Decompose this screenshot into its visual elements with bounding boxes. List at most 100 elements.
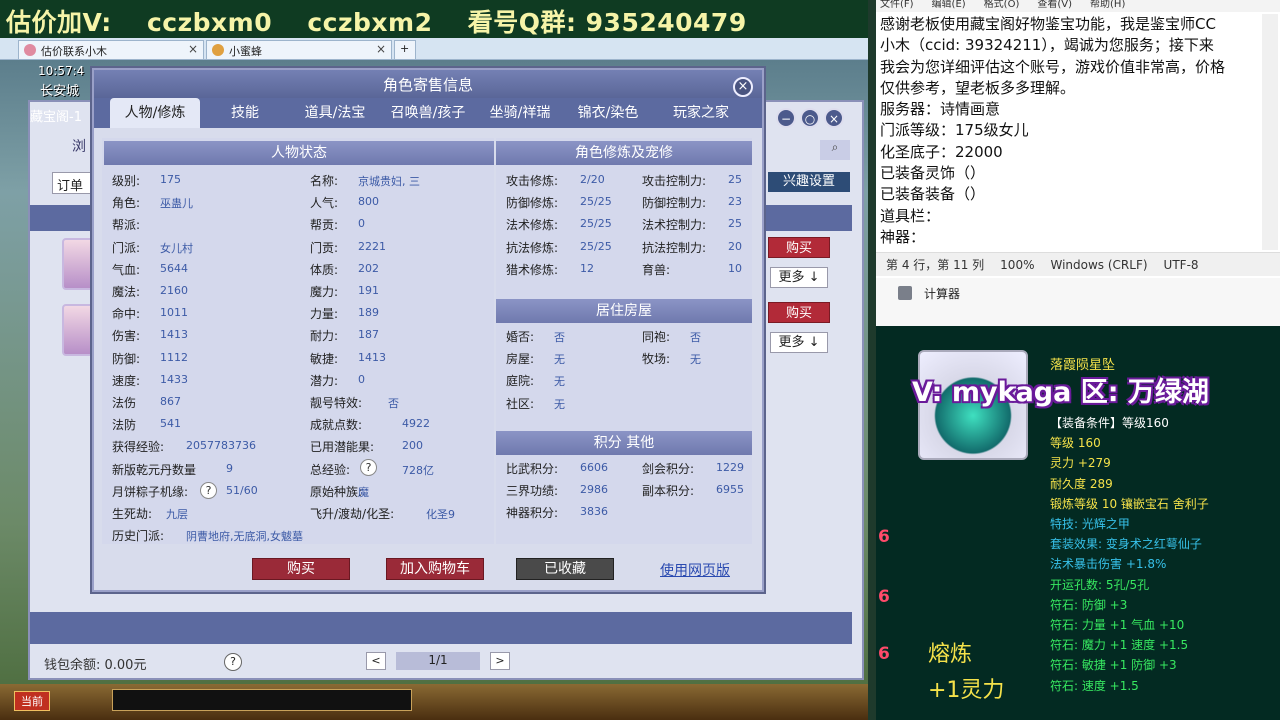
shop-window-controls: − ○ ×	[772, 108, 844, 128]
channel-current-button[interactable]: 当前	[14, 691, 50, 711]
browser-tab-1[interactable]: 估价联系小木 ×	[18, 40, 204, 59]
web-version-link[interactable]: 使用网页版	[660, 560, 730, 580]
status-label: 耐力:	[310, 329, 339, 344]
game-city-name: 长安城	[40, 84, 80, 99]
cultivation-label: 法术控制力:	[642, 218, 707, 233]
shop-list-footer	[30, 612, 852, 644]
tab-skills[interactable]: 技能	[212, 98, 278, 128]
notepad-menu: 文件(F) 编辑(E) 格式(O) 查看(V) 帮助(H)	[876, 0, 1280, 12]
help-icon[interactable]: ?	[224, 653, 242, 671]
shop-nav-label[interactable]: 浏	[72, 136, 86, 156]
restore-icon[interactable]: ○	[800, 108, 820, 128]
stream-overlay-text: V: mykaga 区: 万绿湖	[912, 377, 1209, 408]
notepad-line: 已装备灵饰（）	[880, 164, 986, 183]
status-label: 气血:	[112, 262, 141, 277]
cultivation-label: 防御控制力:	[642, 196, 707, 211]
item-attribute-line: 符石: 防御 +3	[1050, 597, 1128, 612]
pagination: <1/1 >	[366, 652, 510, 670]
browser-tab-label: 估价联系小木	[41, 45, 107, 58]
tab-items[interactable]: 道具/法宝	[290, 98, 380, 128]
close-icon[interactable]: ×	[824, 108, 844, 128]
prev-page-button[interactable]: <	[366, 652, 386, 670]
status-label: 靓号特效:	[310, 396, 363, 410]
search-icon[interactable]: ⌕	[820, 140, 850, 160]
status-label: 总经验:	[310, 462, 351, 477]
status-label: 速度:	[112, 373, 141, 388]
housing-panel-title: 居住房屋	[496, 299, 752, 323]
status-label: 力量:	[310, 307, 339, 322]
cultivation-label: 猎术修炼:	[506, 262, 559, 277]
item-attribute-line: 锻炼等级 10 镶嵌宝石 舍利子	[1050, 496, 1209, 511]
notepad-scrollbar[interactable]	[1262, 14, 1278, 250]
status-value: 1413	[358, 350, 386, 364]
status-label: 月饼粽子机缘:	[112, 484, 189, 499]
item-attribute-line: 符石: 魔力 +1 速度 +1.5	[1050, 638, 1189, 653]
notepad-text-area[interactable]: 感谢老板使用藏宝阁好物鉴宝功能，我是鉴宝师CC 小木（ccid: 39324211…	[880, 14, 1260, 248]
more-button[interactable]: 更多 ↓	[770, 332, 828, 353]
cultivation-value: 25	[728, 217, 742, 231]
close-icon[interactable]: ×	[376, 42, 386, 56]
help-icon[interactable]: ?	[200, 482, 217, 499]
status-value: 京城贵妇, 三	[358, 175, 420, 188]
status-value: 189	[358, 306, 379, 320]
menu-view[interactable]: 查看(V)	[1037, 0, 1072, 10]
interest-settings-button[interactable]: 兴趣设置	[768, 172, 850, 192]
status-value: 九层	[166, 508, 188, 521]
status-label: 潜力:	[310, 373, 339, 388]
more-button[interactable]: 更多 ↓	[770, 267, 828, 288]
cultivation-value: 23	[728, 195, 742, 209]
help-icon[interactable]: ?	[360, 459, 377, 476]
item-attribute-line: 符石: 速度 +1.5	[1050, 678, 1139, 693]
tab-mounts[interactable]: 坐骑/祥瑞	[478, 98, 562, 128]
status-label: 人气:	[310, 196, 339, 211]
status-value: 0	[358, 372, 365, 386]
cultivation-value: 25/25	[580, 217, 612, 231]
status-label: 历史门派:	[112, 529, 165, 544]
notepad-line: 仅供参考，望老板多多理解。	[880, 78, 1076, 97]
close-icon[interactable]: ×	[733, 77, 753, 97]
housing-label: 同袍:	[642, 330, 671, 344]
cultivation-label: 攻击修炼:	[506, 174, 559, 188]
status-label: 角色:	[112, 196, 141, 211]
sort-select[interactable]: 订单	[52, 172, 92, 194]
status-value: 9	[226, 461, 233, 475]
favorited-button[interactable]: 已收藏	[516, 558, 614, 580]
calculator-title[interactable]: 计算器	[924, 285, 960, 302]
status-label: 魔力:	[310, 285, 339, 299]
buy-button[interactable]: 购买	[252, 558, 350, 580]
menu-format[interactable]: 格式(O)	[984, 0, 1020, 10]
status-value: 0	[358, 217, 365, 231]
status-label: 法伤	[112, 396, 137, 410]
browser-tab-label: 小蜜蜂	[229, 45, 262, 58]
banner-text-2: cczbxm0	[146, 8, 273, 37]
add-to-cart-button[interactable]: 加入购物车	[386, 558, 484, 580]
notepad-status-bar: 第 4 行，第 11 列 100% Windows (CRLF) UTF-8	[876, 252, 1280, 276]
tab-player-home[interactable]: 玩家之家	[656, 98, 746, 128]
status-value: 1433	[160, 372, 188, 386]
tab-character[interactable]: 人物/修炼	[110, 98, 200, 128]
new-tab-button[interactable]: +	[394, 40, 416, 59]
next-page-button[interactable]: >	[490, 652, 510, 670]
browser-tab-2[interactable]: 小蜜蜂 ×	[206, 40, 392, 59]
status-value: 2160	[160, 284, 188, 297]
points-label: 剑会积分:	[642, 462, 695, 476]
status-label: 新版乾元丹数量	[112, 462, 197, 477]
tab-pets[interactable]: 召唤兽/孩子	[382, 98, 474, 128]
close-icon[interactable]: ×	[188, 42, 198, 56]
minimize-icon[interactable]: −	[776, 108, 796, 128]
buy-button[interactable]: 购买	[768, 237, 830, 258]
menu-edit[interactable]: 编辑(E)	[932, 0, 966, 10]
tab-outfits[interactable]: 锦衣/染色	[566, 98, 650, 128]
status-value: 魔	[358, 485, 369, 499]
cultivation-value: 25/25	[580, 195, 612, 209]
notepad-line: 已装备装备（）	[880, 185, 986, 204]
menu-help[interactable]: 帮助(H)	[1090, 0, 1125, 10]
menu-file[interactable]: 文件(F)	[880, 0, 914, 10]
calculator-icon	[898, 286, 912, 300]
points-value: 3836	[580, 505, 608, 519]
chat-input[interactable]	[112, 689, 412, 711]
side-mark: 6	[878, 587, 890, 607]
status-value: 800	[358, 195, 379, 209]
buy-button[interactable]: 购买	[768, 302, 830, 323]
status-value: 巫蛊儿	[160, 197, 193, 211]
